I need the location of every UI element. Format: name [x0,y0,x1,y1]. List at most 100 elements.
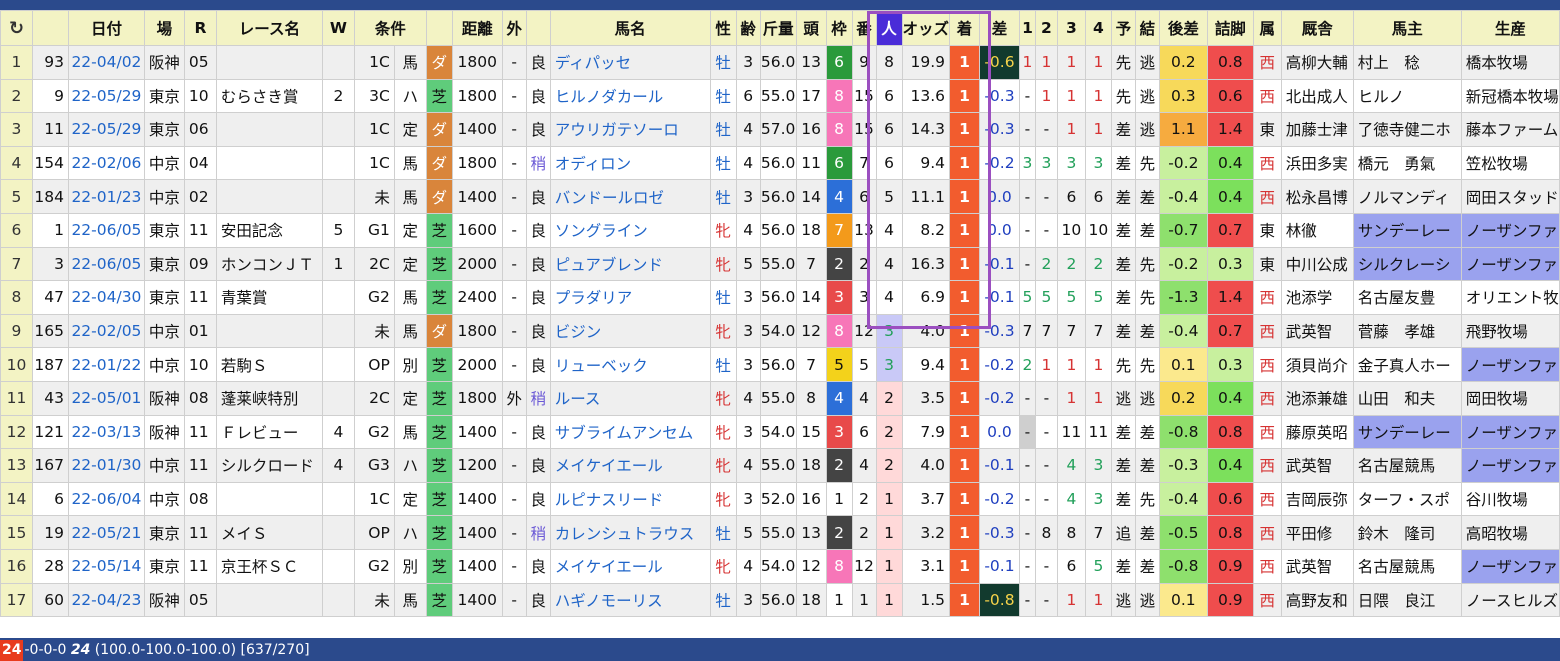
race-name[interactable]: 青葉賞 [215,280,323,315]
horse-name-link[interactable]: ヒルノダカール [549,78,711,114]
date-link[interactable]: 22-05/29 [67,78,145,114]
col-header-owner[interactable]: 馬主 [1352,10,1462,46]
race-name[interactable]: メイＳ [215,515,323,550]
refresh-icon[interactable]: ↻ [0,10,33,46]
table-row[interactable]: 1 93 22-04/02 阪神 05 1C 馬ダ 1800- 良ディパッセ牡 3 56.0 13 6 9… [0,45,1560,80]
horse-name-link[interactable]: オディロン [549,145,711,181]
table-row[interactable]: 9 165 22-02/05 中京 01 未馬ダ 1800- 良ビジン牝 3 54.0 12 8 12 3… [0,313,1560,349]
table-row[interactable]: 15 19 22-05/21 東京 11 メイＳ OP ハ芝 1400- 稍カレンシュトラウス牡 5… [0,515,1560,550]
date-link[interactable]: 22-05/14 [67,548,145,584]
horse-name-link[interactable]: リューベック [549,347,711,382]
col-header-popularity[interactable]: 人 [875,10,903,46]
col-header-date[interactable]: 日付 [67,10,145,46]
date-link[interactable]: 22-06/05 [67,212,145,248]
table-row[interactable]: 12 121 22-03/13 阪神 11 Ｆレビュー 4 G2 馬芝 1400- 良サブライムアン… [0,414,1560,450]
col-header-number[interactable] [31,10,69,46]
col-header-track[interactable] [525,10,551,46]
date-link[interactable]: 22-03/13 [67,414,145,450]
col-header-sex[interactable]: 性 [709,10,737,46]
col-header-horse-name[interactable]: 馬名 [549,10,711,46]
col-header-result[interactable]: 結 [1134,10,1160,46]
race-name[interactable] [215,179,323,214]
date-link[interactable]: 22-05/29 [67,112,145,147]
horse-name-link[interactable]: メイケイエール [549,548,711,584]
race-name[interactable]: 京王杯ＳＣ [215,548,323,584]
horse-name-link[interactable]: アウリガテソーロ [549,112,711,147]
race-name[interactable]: シルクロード [215,448,323,483]
date-link[interactable]: 22-02/06 [67,145,145,181]
table-row[interactable]: 11 43 22-05/01 阪神 08 蓬莱峡特別 2C 定芝 1800 外稍ルース牝 4 55.0… [0,380,1560,416]
table-row[interactable]: 6 1 22-06/05 東京 11 安田記念 5 G1 定芝 1600- 良ソングライン牝 4 56.… [0,212,1560,248]
table-row[interactable]: 17 60 22-04/23 阪神 05 未馬芝 1400- 良ハギノモーリス牡 3 56.0 18… [0,582,1560,618]
date-link[interactable]: 22-02/05 [67,313,145,349]
race-name[interactable]: むらさき賞 [215,78,323,114]
col-header-odds[interactable]: オッズ [901,10,951,46]
table-row[interactable]: 2 9 22-05/29 東京 10 むらさき賞 2 3C ハ芝 1800- 良ヒルノダカール牡 6 5… [0,78,1560,114]
horse-name-link[interactable]: ソングライン [549,212,711,248]
horse-name-link[interactable]: ハギノモーリス [549,582,711,618]
col-header-corner-1[interactable]: 1 [1018,10,1036,46]
race-name[interactable] [215,313,323,349]
date-link[interactable]: 22-01/30 [67,448,145,483]
col-header-late-diff[interactable]: 後差 [1158,10,1208,46]
col-header-corner-2[interactable]: 2 [1034,10,1058,46]
horse-name-link[interactable]: ビジン [549,313,711,349]
race-name[interactable]: 安田記念 [215,212,323,248]
col-header-distance[interactable]: 距離 [451,10,503,46]
table-row[interactable]: 3 11 22-05/29 東京 06 1C 定ダ 1400- 良アウリガテソーロ牡 4 57.0 1… [0,112,1560,147]
col-header-outer[interactable]: 外 [501,10,527,46]
table-row[interactable]: 7 3 22-06/05 東京 09 ホンコンＪＴ 1 2C 定芝 2000- 良ピュアブレンド牝 5… [0,246,1560,282]
col-header-finish[interactable]: 着 [949,10,980,46]
table-row[interactable]: 14 6 22-06/04 中京 08 1C 定芝 1400- 良ルピナスリード牝 3 52.0 16… [0,481,1560,517]
col-header-gate[interactable]: 枠 [825,10,853,46]
col-header-condition[interactable]: 条件 [353,10,427,46]
col-header-prediction[interactable]: 予 [1110,10,1136,46]
horse-name-link[interactable]: カレンシュトラウス [549,515,711,550]
col-header-trainer[interactable]: 厩舎 [1280,10,1354,46]
col-header-margin[interactable]: 差 [978,10,1020,46]
table-row[interactable]: 10 187 22-01/22 中京 10 若駒Ｓ OP 別芝 2000- 良リューベック牡 3 56… [0,347,1560,382]
race-name[interactable]: 若駒Ｓ [215,347,323,382]
col-header-affiliation[interactable]: 属 [1252,10,1282,46]
table-row[interactable]: 4 154 22-02/06 中京 04 1C 馬ダ 1800- 稍オディロン牡 4 56.0 11 6… [0,145,1560,181]
col-header-age[interactable]: 齢 [735,10,761,46]
date-link[interactable]: 22-06/05 [67,246,145,282]
race-name[interactable] [215,481,323,517]
table-row[interactable]: 16 28 22-05/14 東京 11 京王杯ＳＣ G2 別芝 1400- 良メイケイエール牝 4… [0,548,1560,584]
col-header-race-no[interactable]: R [183,10,217,46]
date-link[interactable]: 22-04/02 [67,45,145,80]
date-link[interactable]: 22-01/23 [67,179,145,214]
horse-name-link[interactable]: プラダリア [549,280,711,315]
col-header-number-ban[interactable]: 番 [851,10,877,46]
horse-name-link[interactable]: ピュアブレンド [549,246,711,282]
race-name[interactable] [215,145,323,181]
horse-name-link[interactable]: ディパッセ [549,45,711,80]
horse-name-link[interactable]: バンドールロゼ [549,179,711,214]
col-header-weight[interactable]: 斤量 [759,10,797,46]
horse-name-link[interactable]: ルピナスリード [549,481,711,517]
col-header-heads[interactable]: 頭 [795,10,827,46]
col-header-breeder[interactable]: 生産 [1460,10,1560,46]
date-link[interactable]: 22-06/04 [67,481,145,517]
horse-name-link[interactable]: サブライムアンセム [549,414,711,450]
col-header-w[interactable]: W [321,10,355,46]
col-header-race-name[interactable]: レース名 [215,10,323,46]
col-header-venue[interactable]: 場 [143,10,185,46]
date-link[interactable]: 22-05/01 [67,380,145,416]
date-link[interactable]: 22-04/23 [67,582,145,618]
race-name[interactable]: 蓬莱峡特別 [215,380,323,416]
race-name[interactable]: Ｆレビュー [215,414,323,450]
date-link[interactable]: 22-04/30 [67,280,145,315]
col-header-closing[interactable]: 詰脚 [1206,10,1254,46]
table-row[interactable]: 8 47 22-04/30 東京 11 青葉賞 G2 馬芝 2400- 良プラダリア牡 3 56.0 1… [0,280,1560,315]
race-name[interactable] [215,112,323,147]
horse-name-link[interactable]: ルース [549,380,711,416]
date-link[interactable]: 22-01/22 [67,347,145,382]
race-name[interactable] [215,582,323,618]
table-row[interactable]: 13 167 22-01/30 中京 11 シルクロード 4 G3 ハ芝 1200- 良メイケイエー… [0,448,1560,483]
col-header-surface[interactable] [425,10,453,46]
col-header-corner-4[interactable]: 4 [1084,10,1112,46]
horse-name-link[interactable]: メイケイエール [549,448,711,483]
table-row[interactable]: 5 184 22-01/23 中京 02 未馬ダ 1400- 良バンドールロゼ牡 3 56.0 14… [0,179,1560,214]
race-name[interactable]: ホンコンＪＴ [215,246,323,282]
